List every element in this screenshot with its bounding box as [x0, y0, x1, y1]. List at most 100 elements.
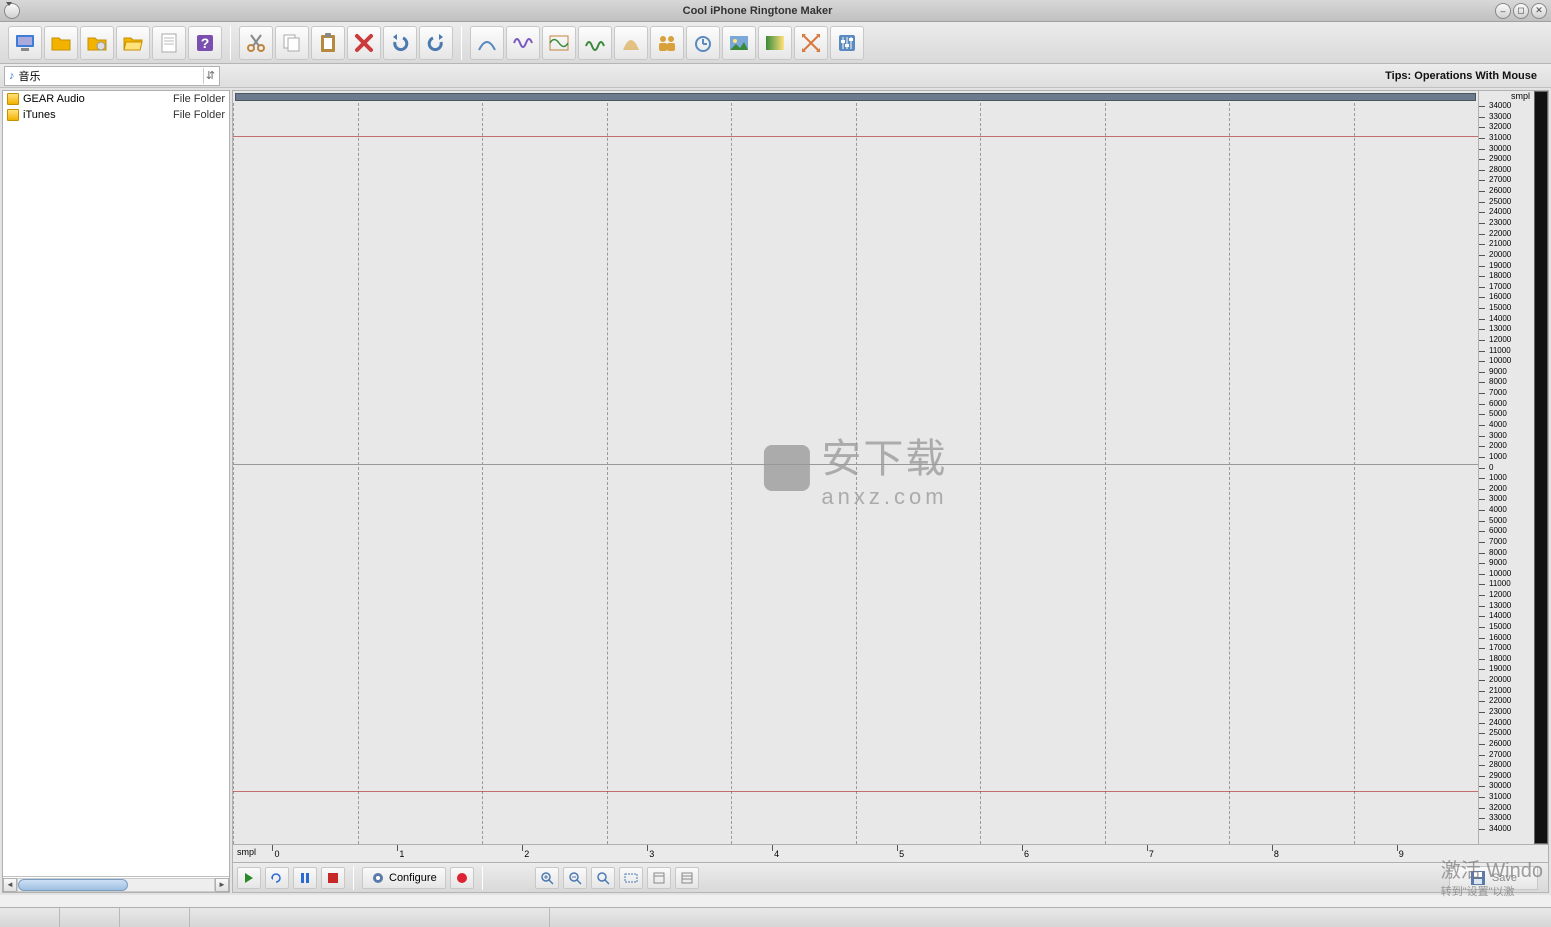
wave2-icon [584, 32, 606, 54]
file-type: File Folder [173, 109, 225, 121]
stop-button[interactable] [321, 867, 345, 889]
file-row[interactable]: iTunesFile Folder [3, 107, 229, 123]
view-a-button[interactable] [647, 867, 671, 889]
scroll-thumb[interactable] [18, 879, 128, 891]
cd-icon [86, 32, 108, 54]
zoom-in-button[interactable] [535, 867, 559, 889]
amp-tick-label: 21000 [1489, 240, 1511, 248]
bell-button[interactable] [614, 26, 648, 60]
time-tick-label: 0 [274, 849, 279, 859]
system-menu-button[interactable] [4, 3, 20, 19]
amp-tick-label: 20000 [1489, 251, 1511, 259]
amp-tick-label: 23000 [1489, 708, 1511, 716]
folder-open-button[interactable] [116, 26, 150, 60]
file-row[interactable]: GEAR AudioFile Folder [3, 91, 229, 107]
zoom-selection-button[interactable] [619, 867, 643, 889]
view-b-button[interactable] [675, 867, 699, 889]
cd-button[interactable] [80, 26, 114, 60]
amp-tick-label: 9000 [1489, 559, 1507, 567]
fade-button[interactable] [470, 26, 504, 60]
configure-button[interactable]: Configure [362, 867, 446, 889]
amp-tick-label: 4000 [1489, 506, 1507, 514]
file-name: GEAR Audio [23, 93, 173, 105]
time-tick-label: 6 [1024, 849, 1029, 859]
wave-button[interactable] [506, 26, 540, 60]
redo-button[interactable] [419, 26, 453, 60]
maximize-button[interactable]: ◻ [1513, 3, 1529, 19]
time-tick-label: 7 [1149, 849, 1154, 859]
picture-icon [728, 32, 750, 54]
loop-button[interactable] [265, 867, 289, 889]
sliders-icon [836, 32, 858, 54]
time-tick-label: 1 [399, 849, 404, 859]
play-button[interactable] [237, 867, 261, 889]
amp-tick-label: 31000 [1489, 793, 1511, 801]
save-label: Save [1492, 872, 1517, 884]
time-tick-label: 8 [1274, 849, 1279, 859]
gradient-button[interactable] [758, 26, 792, 60]
wave2-button[interactable] [578, 26, 612, 60]
cut-button[interactable] [239, 26, 273, 60]
amp-tick-label: 13000 [1489, 325, 1511, 333]
amp-tick-label: 1000 [1489, 474, 1507, 482]
open-folder-button[interactable] [44, 26, 78, 60]
undo-icon [389, 32, 411, 54]
copy-button[interactable] [275, 26, 309, 60]
scroll-right-icon[interactable]: ► [215, 878, 229, 892]
undo-button[interactable] [383, 26, 417, 60]
zoom-out-button[interactable] [563, 867, 587, 889]
sliders-button[interactable] [830, 26, 864, 60]
amp-tick-label: 17000 [1489, 283, 1511, 291]
people-button[interactable] [650, 26, 684, 60]
paste-button[interactable] [311, 26, 345, 60]
selection-bar[interactable] [235, 93, 1476, 101]
amp-tick-label: 30000 [1489, 782, 1511, 790]
open-folder-icon [50, 32, 72, 54]
arrows-button[interactable] [794, 26, 828, 60]
redo-icon [425, 32, 447, 54]
paste-icon [317, 32, 339, 54]
sheet-button[interactable] [152, 26, 186, 60]
record-icon [457, 873, 467, 883]
time-tick-label: 2 [524, 849, 529, 859]
pause-button[interactable] [293, 867, 317, 889]
amp-tick-label: 27000 [1489, 751, 1511, 759]
amp-tick-label: 22000 [1489, 697, 1511, 705]
amp-tick-label: 19000 [1489, 262, 1511, 270]
amp-tick-label: 24000 [1489, 208, 1511, 216]
scroll-left-icon[interactable]: ◄ [3, 878, 17, 892]
timer-button[interactable] [686, 26, 720, 60]
save-button[interactable]: Save [1449, 866, 1538, 890]
sidebar-scrollbar[interactable]: ◄ ► [3, 876, 229, 892]
record-button[interactable] [450, 867, 474, 889]
editor: 安下载 anxz.com smpl 3400033000320003100030… [232, 90, 1549, 893]
people-icon [656, 32, 678, 54]
path-label: 音乐 [19, 68, 41, 84]
amp-tick-label: 30000 [1489, 145, 1511, 153]
amp-tick-label: 17000 [1489, 644, 1511, 652]
amp-tick-label: 2000 [1489, 485, 1507, 493]
path-combo[interactable]: ♪ 音乐 ⇵ [4, 66, 220, 86]
amp-tick-label: 7000 [1489, 389, 1507, 397]
computer-button[interactable] [8, 26, 42, 60]
amp-tick-label: 6000 [1489, 527, 1507, 535]
osc-button[interactable] [542, 26, 576, 60]
amp-tick-label: 20000 [1489, 676, 1511, 684]
time-tick-label: 9 [1399, 849, 1404, 859]
arrows-icon [800, 32, 822, 54]
zoom-fit-button[interactable] [591, 867, 615, 889]
delete-button[interactable] [347, 26, 381, 60]
amp-tick-label: 25000 [1489, 729, 1511, 737]
waveform-area[interactable]: 安下载 anxz.com smpl 3400033000320003100030… [232, 90, 1549, 845]
amp-tick-label: 7000 [1489, 538, 1507, 546]
picture-button[interactable] [722, 26, 756, 60]
amp-tick-label: 22000 [1489, 230, 1511, 238]
computer-icon [14, 32, 36, 54]
close-button[interactable]: ✕ [1531, 3, 1547, 19]
amp-tick-label: 13000 [1489, 602, 1511, 610]
minimize-button[interactable]: – [1495, 3, 1511, 19]
amp-tick-label: 14000 [1489, 612, 1511, 620]
time-unit: smpl [237, 847, 256, 857]
help-button[interactable]: ? [188, 26, 222, 60]
amp-tick-label: 2000 [1489, 442, 1507, 450]
